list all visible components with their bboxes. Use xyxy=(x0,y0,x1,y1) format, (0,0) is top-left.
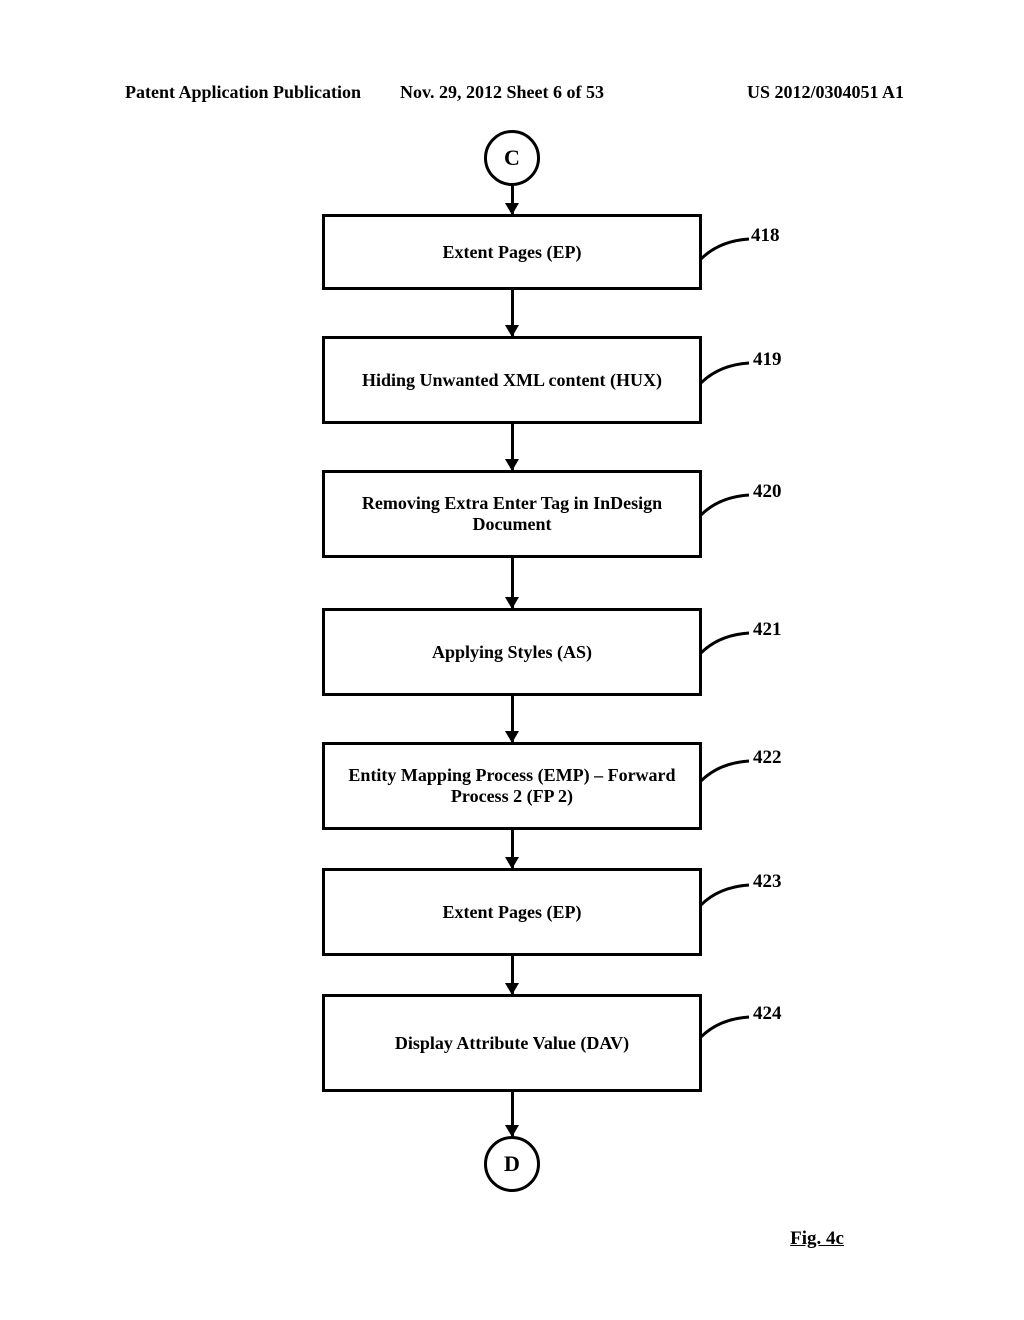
reference-number: 419 xyxy=(753,349,782,371)
figure-caption: Fig. 4c xyxy=(790,1228,844,1250)
page-header: Patent Application Publication Nov. 29, … xyxy=(0,82,1024,103)
process-step-label: Display Attribute Value (DAV) xyxy=(395,1033,629,1054)
flow-arrow xyxy=(510,186,514,214)
reference-number: 418 xyxy=(751,225,780,247)
flow-arrow xyxy=(510,696,514,742)
end-connector: D xyxy=(484,1136,540,1192)
flowchart-diagram: C Extent Pages (EP) 418 Hiding Unwanted … xyxy=(0,130,1024,1192)
process-step-display-attribute-value: Display Attribute Value (DAV) 424 xyxy=(322,994,702,1092)
flow-arrow xyxy=(510,1092,514,1136)
reference-number: 423 xyxy=(753,871,782,893)
flow-arrow xyxy=(510,558,514,608)
process-step-label: Removing Extra Enter Tag in InDesign Doc… xyxy=(345,493,679,535)
start-connector: C xyxy=(484,130,540,186)
reference-number: 424 xyxy=(753,1003,782,1025)
process-step-applying-styles: Applying Styles (AS) 421 xyxy=(322,608,702,696)
start-connector-label: C xyxy=(504,145,520,171)
process-step-hiding-xml: Hiding Unwanted XML content (HUX) 419 xyxy=(322,336,702,424)
process-step-label: Hiding Unwanted XML content (HUX) xyxy=(362,370,662,391)
flow-arrow xyxy=(510,424,514,470)
process-step-label: Entity Mapping Process (EMP) – Forward P… xyxy=(345,765,679,807)
flow-arrow xyxy=(510,830,514,868)
header-publication-type: Patent Application Publication xyxy=(125,82,361,103)
header-publication-number: US 2012/0304051 A1 xyxy=(747,82,904,103)
process-step-extent-pages-2: Extent Pages (EP) 423 xyxy=(322,868,702,956)
process-step-label: Extent Pages (EP) xyxy=(443,902,582,923)
reference-number: 420 xyxy=(753,481,782,503)
reference-number: 422 xyxy=(753,747,782,769)
reference-number: 421 xyxy=(753,619,782,641)
flow-arrow xyxy=(510,290,514,336)
process-step-removing-enter-tag: Removing Extra Enter Tag in InDesign Doc… xyxy=(322,470,702,558)
process-step-entity-mapping: Entity Mapping Process (EMP) – Forward P… xyxy=(322,742,702,830)
process-step-label: Extent Pages (EP) xyxy=(443,242,582,263)
flow-arrow xyxy=(510,956,514,994)
end-connector-label: D xyxy=(504,1151,520,1177)
process-step-extent-pages-1: Extent Pages (EP) 418 xyxy=(322,214,702,290)
process-step-label: Applying Styles (AS) xyxy=(432,642,592,663)
header-date-sheet: Nov. 29, 2012 Sheet 6 of 53 xyxy=(400,82,604,103)
